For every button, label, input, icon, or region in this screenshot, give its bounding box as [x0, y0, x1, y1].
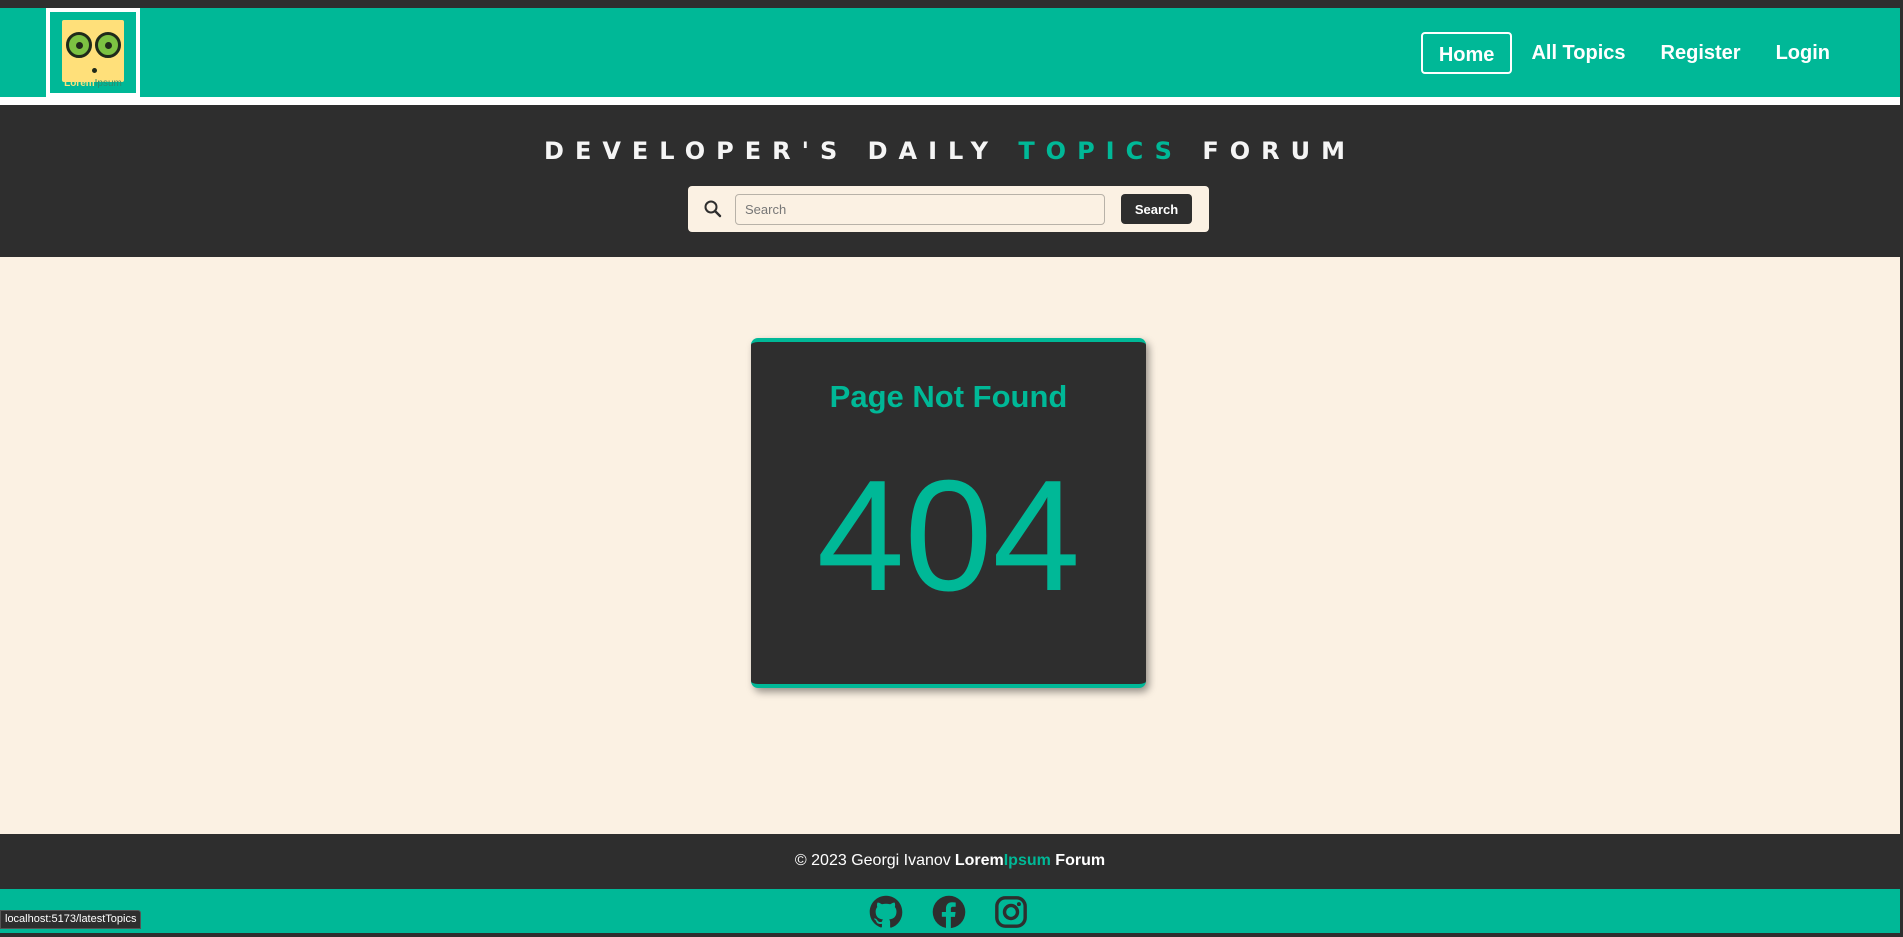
logo-text: LoremIpsum — [50, 78, 136, 89]
footer-copyright-bar: © 2023 Georgi Ivanov LoremIpsum Forum — [0, 834, 1900, 889]
logo-image: LoremIpsum — [50, 12, 136, 93]
hero-banner: DEVELOPER'S DAILY TOPICS FORUM Search — [0, 105, 1900, 257]
nav-home-link[interactable]: Home — [1420, 32, 1513, 74]
navbar-divider — [0, 97, 1900, 105]
social-links-bar — [0, 889, 1900, 933]
search-form: Search — [688, 186, 1209, 232]
search-button[interactable]: Search — [1121, 194, 1192, 224]
navbar-background: LoremIpsum Home All Topics Register Logi… — [0, 8, 1900, 97]
site-logo[interactable]: LoremIpsum — [46, 8, 140, 97]
forum-title-part2: FORUM — [1202, 137, 1356, 165]
github-icon[interactable] — [869, 895, 903, 929]
footer-brand: LoremIpsum Forum — [955, 852, 1105, 869]
forum-title: DEVELOPER'S DAILY TOPICS FORUM — [0, 137, 1900, 165]
nav-all-topics-link[interactable]: All Topics — [1515, 32, 1641, 74]
footer-brand-forum: Forum — [1055, 852, 1106, 869]
forum-title-accent: TOPICS — [1018, 137, 1183, 165]
error-code: 404 — [816, 448, 1081, 624]
logo-eye-icon — [66, 32, 92, 58]
footer-brand-ipsum: Ipsum — [1003, 852, 1051, 869]
search-icon — [704, 200, 722, 218]
main-content: Page Not Found 404 — [0, 257, 1900, 834]
forum-title-part1: DEVELOPER'S DAILY — [544, 137, 999, 165]
main-nav: Home All Topics Register Login — [1418, 32, 1846, 74]
search-input[interactable] — [735, 194, 1105, 225]
copyright-text: © 2023 Georgi Ivanov — [794, 852, 951, 869]
logo-text-ipsum: Ipsum — [94, 78, 122, 89]
nav-register-link[interactable]: Register — [1645, 32, 1757, 74]
browser-status-url: localhost:5173/latestTopics — [0, 910, 142, 929]
instagram-icon[interactable] — [994, 895, 1028, 929]
logo-eye-icon — [95, 32, 121, 58]
not-found-card: Page Not Found 404 — [751, 338, 1146, 688]
facebook-icon[interactable] — [932, 895, 966, 929]
logo-face-icon — [62, 20, 124, 82]
logo-text-lorem: Lorem — [64, 78, 95, 89]
nav-login-link[interactable]: Login — [1760, 32, 1846, 74]
logo-nose-icon — [92, 68, 97, 73]
error-title: Page Not Found — [829, 379, 1068, 414]
footer-brand-lorem: Lorem — [954, 852, 1004, 869]
